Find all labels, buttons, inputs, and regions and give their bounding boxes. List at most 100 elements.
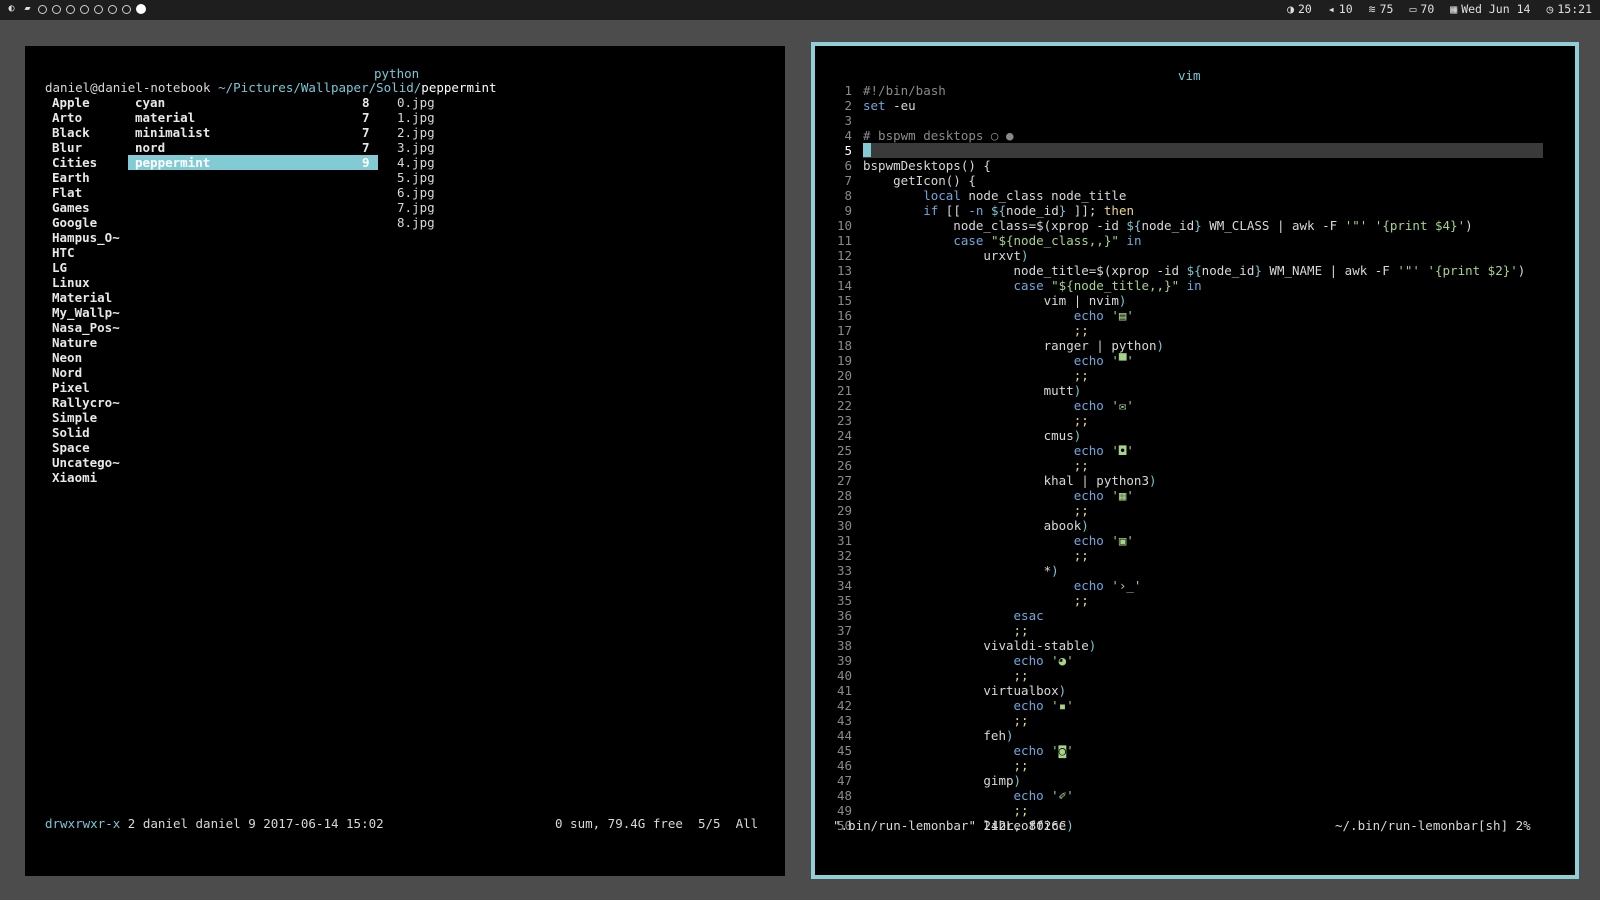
current-dir-item[interactable]: cyan bbox=[135, 95, 165, 110]
status-value: Wed Jun 14 bbox=[1461, 2, 1531, 16]
parent-dir-item[interactable]: Cities bbox=[52, 155, 97, 170]
code-token: feh bbox=[863, 728, 1006, 743]
line-number: 17 bbox=[836, 323, 852, 338]
parent-dir-item[interactable]: LG bbox=[52, 260, 67, 275]
workspace-4[interactable] bbox=[80, 4, 89, 14]
line-number: 21 bbox=[836, 383, 852, 398]
preview-file-item[interactable]: 7.jpg bbox=[397, 200, 435, 215]
code-token: [[ bbox=[938, 203, 969, 218]
workspace-6[interactable] bbox=[108, 4, 117, 14]
code-token: '▪' bbox=[1051, 698, 1074, 713]
vim-status-left: ".bin/run-lemonbar" 242L, 8026C bbox=[833, 818, 1067, 833]
parent-dir-item[interactable]: Arto bbox=[52, 110, 82, 125]
parent-dir-item[interactable]: Games bbox=[52, 200, 90, 215]
code-line: mutt) bbox=[863, 383, 1082, 398]
line-number: 38 bbox=[836, 638, 852, 653]
workspace-2[interactable] bbox=[52, 4, 61, 14]
parent-dir-item[interactable]: Nature bbox=[52, 335, 97, 350]
current-dir-item[interactable]: nord bbox=[135, 140, 165, 155]
workspace-8[interactable] bbox=[136, 4, 146, 14]
parent-dir-item[interactable]: HTC bbox=[52, 245, 75, 260]
code-line: echo '▀' bbox=[863, 353, 1134, 368]
terminal-title: vim bbox=[1178, 68, 1201, 83]
preview-file-item[interactable]: 2.jpg bbox=[397, 125, 435, 140]
ranger-terminal[interactable]: python daniel@daniel-notebook ~/Pictures… bbox=[25, 46, 785, 876]
folder-icon[interactable]: ▰ bbox=[22, 3, 33, 15]
line-number: 25 bbox=[836, 443, 852, 458]
parent-dir-item[interactable]: Apple bbox=[52, 95, 90, 110]
code-line: #!/bin/bash bbox=[863, 83, 946, 98]
code-line: ;; bbox=[863, 503, 1089, 518]
code-token: ) bbox=[1058, 683, 1067, 698]
parent-dir-item[interactable]: Blur bbox=[52, 140, 82, 155]
current-dir-item[interactable]: peppermint bbox=[135, 155, 210, 170]
parent-dir-item[interactable]: Linux bbox=[52, 275, 90, 290]
code-line: ;; bbox=[863, 803, 1029, 818]
preview-file-item[interactable]: 1.jpg bbox=[397, 110, 435, 125]
vim-status-right: ~/.bin/run-lemonbar[sh] 2% bbox=[1335, 818, 1531, 833]
parent-dir-item[interactable]: Solid bbox=[52, 425, 90, 440]
parent-dir-item[interactable]: My_Wallp~ bbox=[52, 305, 120, 320]
status-value: 20 bbox=[1298, 2, 1312, 16]
code-line: node_title=$(xprop -id ${node_id} WM_NAM… bbox=[863, 263, 1526, 278]
line-number: 43 bbox=[836, 713, 852, 728]
code-token: -eu bbox=[885, 98, 916, 113]
preview-file-item[interactable]: 0.jpg bbox=[397, 95, 435, 110]
parent-dir-item[interactable]: Hampus_O~ bbox=[52, 230, 120, 245]
preview-file-item[interactable]: 8.jpg bbox=[397, 215, 435, 230]
parent-dir-item[interactable]: Space bbox=[52, 440, 90, 455]
current-dir-item[interactable]: material bbox=[135, 110, 195, 125]
line-number: 19 bbox=[836, 353, 852, 368]
code-line: echo '›_' bbox=[863, 578, 1142, 593]
parent-dir-item[interactable]: Nord bbox=[52, 365, 82, 380]
preview-file-item[interactable]: 4.jpg bbox=[397, 155, 435, 170]
preview-file-item[interactable]: 6.jpg bbox=[397, 185, 435, 200]
code-token: '{print $2}' bbox=[1427, 263, 1518, 278]
parent-dir-item[interactable]: Rallycro~ bbox=[52, 395, 120, 410]
vim-terminal[interactable]: vim 1 #!/bin/bash 2 set -eu 3 4 # bspwm deskto… bbox=[811, 42, 1579, 879]
code-token: * bbox=[863, 563, 1052, 578]
parent-dir-item[interactable]: Nasa_Pos~ bbox=[52, 320, 120, 335]
line-number: 37 bbox=[836, 623, 852, 638]
code-line: echo '✉' bbox=[863, 398, 1134, 413]
battery-icon: ▭ bbox=[1409, 2, 1417, 16]
preview-file-item[interactable]: 5.jpg bbox=[397, 170, 435, 185]
parent-dir-item[interactable]: Earth bbox=[52, 170, 90, 185]
code-line: if [[ -n ${node_id} ]]; then bbox=[863, 203, 1134, 218]
preview-file-item[interactable]: 3.jpg bbox=[397, 140, 435, 155]
path-user-host: daniel@daniel-notebook bbox=[45, 80, 219, 95]
parent-dir-item[interactable]: Uncatego~ bbox=[52, 455, 120, 470]
code-token: case bbox=[1013, 278, 1044, 293]
parent-dir-item[interactable]: Flat bbox=[52, 185, 82, 200]
workspace-1[interactable] bbox=[38, 4, 47, 14]
code-token: local bbox=[923, 188, 961, 203]
code-token: echo bbox=[1073, 488, 1104, 503]
workspace-5[interactable] bbox=[94, 4, 103, 14]
code-line: ranger | python) bbox=[863, 338, 1164, 353]
code-token: ) bbox=[1013, 773, 1022, 788]
parent-dir-item[interactable]: Pixel bbox=[52, 380, 90, 395]
line-number: 33 bbox=[836, 563, 852, 578]
current-dir-item[interactable]: minimalist bbox=[135, 125, 210, 140]
code-token: '◙' bbox=[1051, 743, 1074, 758]
line-number: 42 bbox=[836, 698, 852, 713]
theme-icon[interactable]: ◐ bbox=[6, 3, 17, 15]
status-value: 75 bbox=[1379, 2, 1394, 16]
parent-dir-item[interactable]: Neon bbox=[52, 350, 82, 365]
parent-dir-item[interactable]: Black bbox=[52, 125, 90, 140]
workspace-7[interactable] bbox=[122, 4, 131, 14]
parent-dir-item[interactable]: Google bbox=[52, 215, 97, 230]
parent-dir-item[interactable]: Material bbox=[52, 290, 112, 305]
status-module: ◂ 10 bbox=[1328, 2, 1353, 16]
parent-dir-item[interactable]: Xiaomi bbox=[52, 470, 97, 485]
code-line: ;; bbox=[863, 713, 1029, 728]
workspace-3[interactable] bbox=[66, 4, 75, 14]
code-line: ;; bbox=[863, 623, 1029, 638]
parent-dir-item[interactable]: Simple bbox=[52, 410, 97, 425]
volume-icon: ◂ bbox=[1327, 2, 1335, 16]
